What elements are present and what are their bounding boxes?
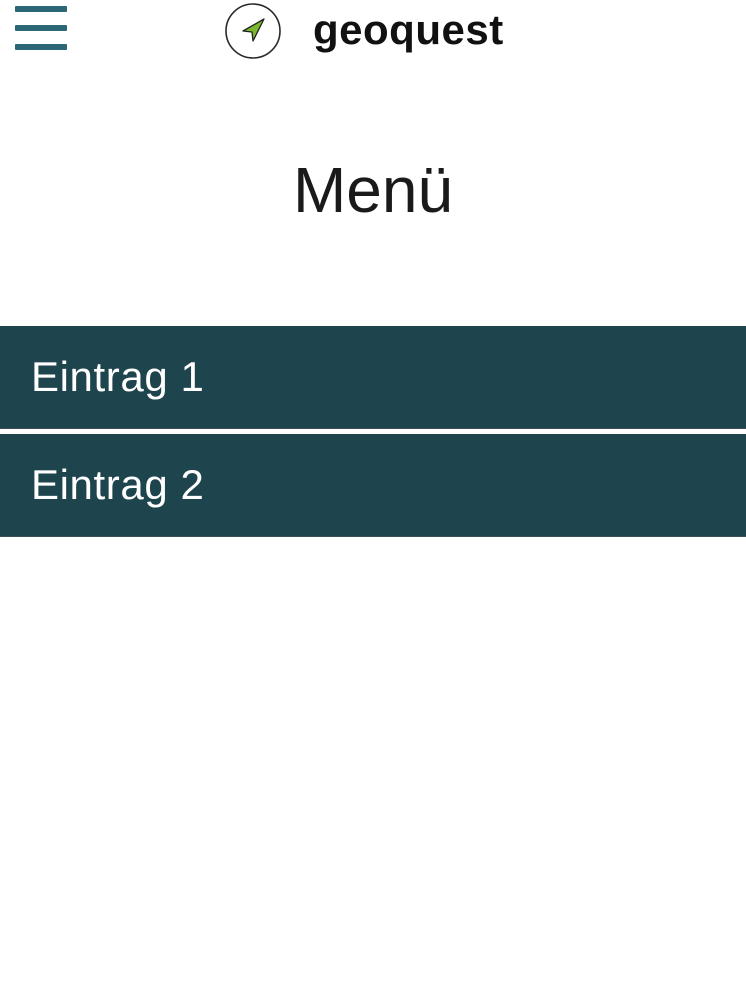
menu-list: Eintrag 1 Eintrag 2 [0, 326, 746, 537]
navigation-arrow-icon [225, 3, 281, 59]
hamburger-bar [15, 44, 67, 50]
menu-item-eintrag-2[interactable]: Eintrag 2 [0, 434, 746, 537]
brand[interactable]: geoquest [224, 0, 504, 62]
hamburger-bar [15, 25, 67, 31]
brand-name: geoquest [313, 6, 504, 53]
menu-item-eintrag-1[interactable]: Eintrag 1 [0, 326, 746, 429]
hamburger-bar [15, 6, 67, 12]
page-title: Menü [292, 154, 454, 226]
hamburger-menu-icon[interactable] [15, 6, 67, 50]
app-header: geoquest [0, 0, 746, 62]
menu-item-label: Eintrag 2 [31, 461, 205, 508]
menu-item-label: Eintrag 1 [31, 353, 205, 400]
